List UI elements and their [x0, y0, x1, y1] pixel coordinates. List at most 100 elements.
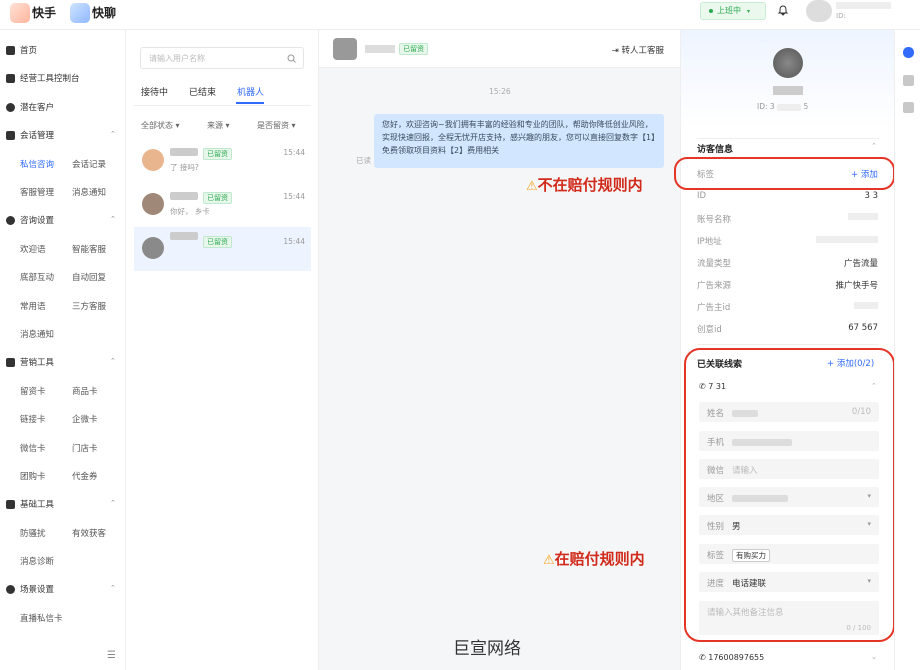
- nav-consult-settings[interactable]: 咨询设置: [6, 214, 54, 226]
- collapse-menu-icon[interactable]: ☰: [107, 650, 116, 661]
- filter-lead-label: 是否留资: [257, 121, 289, 130]
- conversation-time: 15:44: [283, 237, 305, 246]
- nav-auto-reply[interactable]: 自动回复: [72, 271, 106, 283]
- warning-icon: ⚠: [526, 179, 538, 194]
- warning-icon: ⚠: [543, 553, 555, 568]
- nav-prospects[interactable]: 潜在客户: [6, 101, 54, 113]
- nav-group-buy-card[interactable]: 团购卡: [20, 470, 46, 482]
- nav-wecom-card[interactable]: 企微卡: [72, 413, 98, 425]
- transfer-icon: ⇥: [611, 46, 619, 56]
- row-label: 创意id: [697, 325, 722, 335]
- nav-scene-settings[interactable]: 场景设置: [6, 583, 54, 595]
- chevron-down-icon: ▾: [747, 8, 751, 15]
- nav-workbench[interactable]: 经营工具控制台: [6, 72, 80, 84]
- document-icon[interactable]: [903, 102, 914, 113]
- filter-status[interactable]: 全部状态 ▾: [141, 120, 180, 131]
- avatar: [142, 237, 164, 259]
- nav-conversation-mgmt[interactable]: 会话管理: [6, 129, 54, 141]
- briefcase-icon: [6, 357, 15, 367]
- visitor-avatar: [773, 48, 803, 78]
- filter-status-label: 全部状态: [141, 121, 173, 130]
- bell-icon[interactable]: [778, 5, 788, 16]
- kuailiao-logo-icon: [70, 3, 90, 23]
- chevron-down-icon[interactable]: ⌄: [871, 653, 877, 661]
- chevron-up-icon: ⌃: [110, 584, 116, 592]
- nav-third-party[interactable]: 三方客服: [72, 300, 106, 312]
- flag-icon: [6, 130, 15, 140]
- nav-service-mgmt[interactable]: 客服管理: [20, 186, 54, 198]
- nav-store-card[interactable]: 门店卡: [72, 442, 98, 454]
- nav-msg-diagnosis[interactable]: 消息诊断: [20, 555, 54, 567]
- lead-phone: ✆ 17600897655: [699, 653, 764, 662]
- warning-covered-text: 在赔付规则内: [554, 550, 645, 568]
- conversation-preview: 了 接吗?: [170, 163, 199, 172]
- transfer-label: 转人工客服: [621, 46, 664, 56]
- search-icon[interactable]: [287, 54, 296, 63]
- conversation-item[interactable]: 已留资 15:44 了 接吗?: [134, 143, 311, 187]
- status-badge: 已留资: [399, 43, 428, 55]
- row-label: ID: [697, 191, 707, 201]
- annotation-box-top: [674, 157, 895, 190]
- nav-anti-harass[interactable]: 防骚扰: [20, 527, 46, 539]
- row-value: 3 3: [864, 191, 878, 201]
- nav-welcome[interactable]: 欢迎语: [20, 243, 46, 255]
- conversation-time: 15:44: [283, 148, 305, 157]
- chevron-up-icon: ⌃: [110, 130, 116, 138]
- nav-common-phrases[interactable]: 常用语: [20, 300, 46, 312]
- nav-link-card[interactable]: 链接卡: [20, 413, 46, 425]
- chat-icon[interactable]: [903, 75, 914, 86]
- nav-private-consult[interactable]: 私信咨询: [20, 158, 54, 170]
- nav-product-card[interactable]: 商品卡: [72, 385, 98, 397]
- nav-msg-notify[interactable]: 消息通知: [20, 328, 54, 340]
- conversation-item-selected[interactable]: 已留资 15:44: [134, 227, 311, 271]
- nav-live-dm-card[interactable]: 直播私信卡: [20, 612, 63, 624]
- nav-valid-leads[interactable]: 有效获客: [72, 527, 106, 539]
- nav-workbench-label: 经营工具控制台: [20, 74, 80, 84]
- filter-source[interactable]: 来源 ▾: [207, 120, 230, 131]
- top-bar: 快手 快聊 上班中 ▾ ID:: [0, 0, 920, 30]
- row-label: 账号名称: [697, 215, 732, 225]
- nav-wechat-card[interactable]: 微信卡: [20, 442, 46, 454]
- filter-source-label: 来源: [207, 121, 223, 130]
- nav-smart-service[interactable]: 智能客服: [72, 243, 106, 255]
- row-label: IP地址: [697, 237, 722, 247]
- message-time: 15:26: [489, 87, 511, 96]
- nav-basic-tools[interactable]: 基础工具: [6, 498, 54, 510]
- chevron-up-icon: ⌃: [110, 357, 116, 365]
- tab-ended[interactable]: 已结束: [189, 85, 216, 98]
- nav-bottom-interact[interactable]: 底部互动: [20, 271, 54, 283]
- search-placeholder: 请输入用户名称: [149, 54, 205, 63]
- conversation-list-panel: 请输入用户名称 接待中 已结束 机器人 全部状态 ▾ 来源 ▾ 是否留资 ▾ 已…: [126, 30, 319, 670]
- row-label: 流量类型: [697, 259, 732, 269]
- chevron-up-icon[interactable]: ⌃: [871, 142, 877, 150]
- chat-header: 已留资 ⇥ 转人工客服: [319, 30, 680, 68]
- user-avatar[interactable]: [806, 0, 832, 22]
- row-label: 广告来源: [697, 281, 732, 291]
- nav-coupon[interactable]: 代金券: [72, 470, 98, 482]
- row-value-redacted: [854, 302, 878, 309]
- conversation-item[interactable]: 已留资 15:44 你好， 乡卡: [134, 187, 311, 231]
- row-value-redacted: [848, 213, 878, 220]
- toolbox-icon: [6, 499, 15, 509]
- row-value: 67 567: [848, 323, 878, 333]
- row-value: 广告流量: [843, 259, 878, 269]
- transfer-human-button[interactable]: ⇥ 转人工客服: [612, 44, 664, 56]
- tab-robot[interactable]: 机器人: [237, 85, 264, 98]
- work-status-dropdown[interactable]: 上班中 ▾: [700, 2, 766, 20]
- filter-lead[interactable]: 是否留资 ▾: [257, 120, 296, 131]
- status-badge: 已留资: [203, 148, 232, 160]
- annotation-box-bottom: [684, 348, 895, 642]
- nav-lead-card[interactable]: 留资卡: [20, 385, 46, 397]
- nav-session-records[interactable]: 会话记录: [72, 158, 106, 170]
- dashboard-icon: [6, 73, 15, 83]
- search-input[interactable]: 请输入用户名称: [140, 47, 304, 69]
- conversation-name: [170, 148, 198, 156]
- lead-phone-value: 17600897655: [708, 653, 765, 662]
- nav-home[interactable]: 首页: [6, 44, 37, 56]
- tab-receiving[interactable]: 接待中: [141, 85, 168, 98]
- nav-message-notify[interactable]: 消息通知: [72, 186, 106, 198]
- nav-marketing-tools[interactable]: 营销工具: [6, 356, 54, 368]
- visitor-profile-icon[interactable]: [903, 47, 914, 58]
- chevron-up-icon: ⌃: [110, 215, 116, 223]
- avatar: [142, 149, 164, 171]
